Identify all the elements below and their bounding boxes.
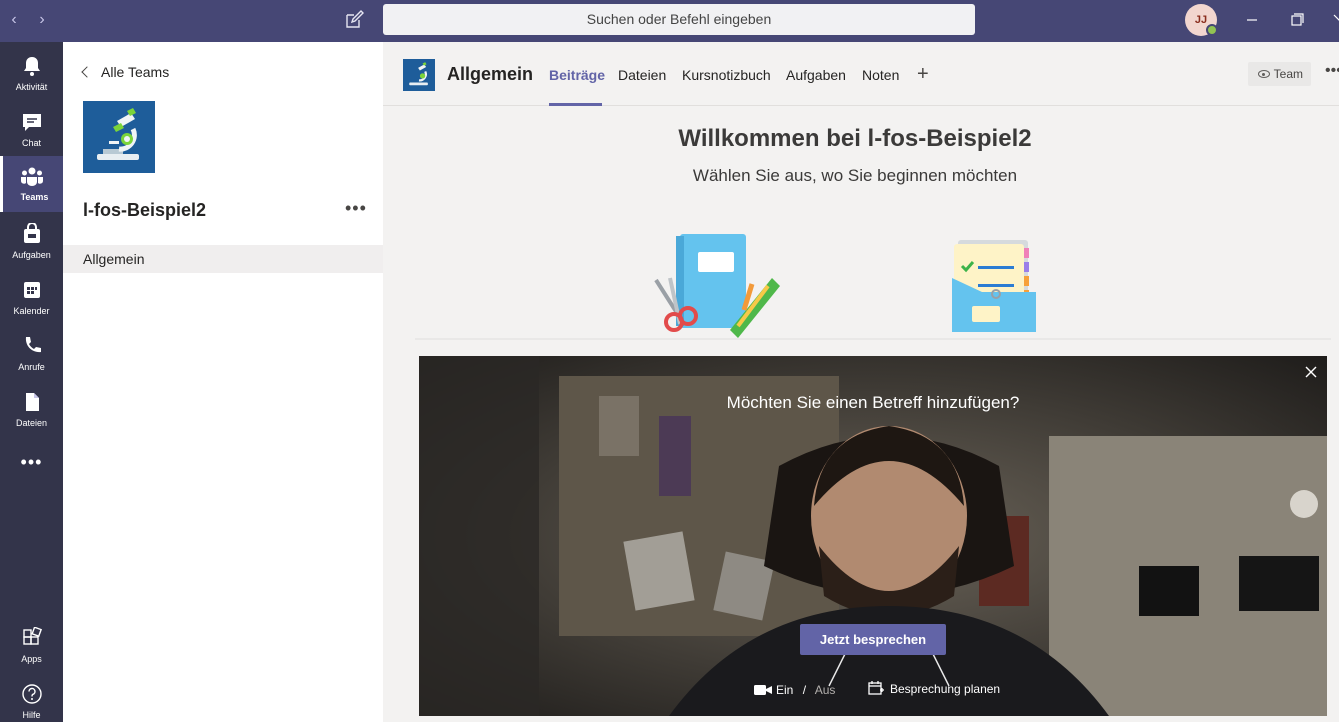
welcome-subtitle: Wählen Sie aus, wo Sie beginnen möchten [692, 166, 1018, 185]
back-label: Alle Teams [101, 64, 170, 80]
back-arrow-icon[interactable]: ‹ [4, 10, 24, 30]
tab-dateien[interactable]: Dateien [618, 67, 666, 83]
rail-label-calls: Anrufe [18, 362, 45, 372]
folder-checklist-illustration-icon[interactable] [950, 238, 1040, 334]
rail-item-calendar[interactable]: Kalender [0, 270, 63, 326]
rail-item-apps[interactable]: Apps [0, 618, 63, 674]
header-more-options-icon[interactable]: ••• [1325, 62, 1339, 80]
rail-label-files: Dateien [15, 418, 48, 428]
camera-off-label: Aus [814, 683, 836, 697]
active-tab-indicator [549, 103, 602, 106]
rail-more-icon[interactable]: ••• [0, 452, 63, 472]
chat-icon [22, 114, 41, 131]
help-icon [21, 684, 42, 704]
assignments-icon [23, 223, 40, 243]
tab-noten[interactable]: Noten [862, 67, 899, 83]
schedule-meeting-button[interactable]: Besprechung planen [868, 681, 1000, 696]
teams-icon [21, 167, 43, 186]
rail-item-chat[interactable]: Chat [0, 102, 63, 158]
schedule-meeting-label: Besprechung planen [890, 682, 1001, 696]
camera-on-label: Ein [776, 683, 794, 697]
rail-item-teams[interactable]: Teams [0, 156, 63, 212]
notebook-scissors-illustration-icon[interactable] [648, 230, 784, 338]
welcome-title: Willkommen bei l-fos-Beispiel2 [678, 125, 1032, 152]
video-camera-icon [754, 685, 772, 695]
rail-item-assignments[interactable]: Aufgaben [0, 214, 63, 270]
eye-icon [1258, 70, 1270, 78]
presence-available-icon [1206, 24, 1218, 36]
team-view-button[interactable]: Team [1248, 62, 1311, 86]
compose-icon[interactable] [343, 9, 365, 31]
tab-beitraege[interactable]: Beiträge [549, 67, 605, 83]
calendar-add-icon [868, 681, 884, 695]
apps-icon [22, 627, 42, 645]
calendar-icon [23, 282, 40, 298]
file-icon [25, 393, 39, 411]
rail-item-activity[interactable]: Aktivität [0, 46, 63, 102]
channel-team-logo-icon [403, 59, 435, 91]
rail-label-calendar: Kalender [13, 306, 50, 316]
maximize-icon[interactable] [1287, 10, 1307, 30]
channel-item-allgemein[interactable]: Allgemein [63, 245, 383, 273]
chevron-left-icon [81, 66, 93, 78]
team-name: l-fos-Beispiel2 [83, 200, 207, 220]
channel-header: Allgemein Beiträge Dateien Kursnotizbuch… [383, 42, 1339, 106]
rail-item-files[interactable]: Dateien [0, 382, 63, 438]
add-tab-icon[interactable]: + [917, 63, 929, 86]
phone-icon [25, 337, 41, 353]
app-rail: Aktivität Chat Teams Aufgaben Kalender A… [0, 42, 63, 722]
forward-arrow-icon[interactable]: › [32, 10, 52, 30]
team-more-options-icon[interactable]: ••• [345, 198, 367, 219]
channel-title: Allgemein [447, 64, 534, 84]
team-logo-microscope-icon [83, 101, 155, 173]
meeting-subject-prompt[interactable]: Möchten Sie einen Betreff hinzufügen? [419, 393, 1327, 413]
rail-label-activity: Aktivität [15, 82, 48, 92]
camera-separator: / [802, 683, 807, 697]
camera-toggle[interactable]: Ein / Aus [754, 683, 835, 697]
team-panel: Alle Teams l-fos-Beispiel2 ••• Allgemein [63, 42, 383, 722]
rail-item-help[interactable]: Hilfe [0, 674, 63, 722]
divider [415, 338, 1331, 340]
minimize-icon[interactable] [1242, 10, 1262, 30]
search-input[interactable]: Suchen oder Befehl eingeben [383, 4, 975, 35]
meet-now-button[interactable]: Jetzt besprechen [800, 624, 946, 655]
rail-item-calls[interactable]: Anrufe [0, 326, 63, 382]
back-to-teams-link[interactable]: Alle Teams [81, 64, 170, 80]
tab-aufgaben[interactable]: Aufgaben [786, 67, 846, 83]
rail-label-help: Hilfe [22, 710, 41, 720]
bell-icon [23, 57, 40, 76]
team-button-label: Team [1273, 67, 1303, 81]
rail-label-apps: Apps [21, 654, 42, 664]
meet-now-preview: Möchten Sie einen Betreff hinzufügen? Je… [419, 356, 1327, 716]
tab-kursnotizbuch[interactable]: Kursnotizbuch [682, 67, 771, 83]
rail-label-assignments: Aufgaben [12, 250, 51, 260]
title-bar: ‹ › Suchen oder Befehl eingeben JJ [0, 0, 1339, 42]
rail-label-chat: Chat [21, 138, 41, 148]
close-window-icon[interactable] [1329, 10, 1339, 30]
rail-label-teams: Teams [20, 192, 49, 202]
close-icon[interactable] [1303, 364, 1319, 380]
